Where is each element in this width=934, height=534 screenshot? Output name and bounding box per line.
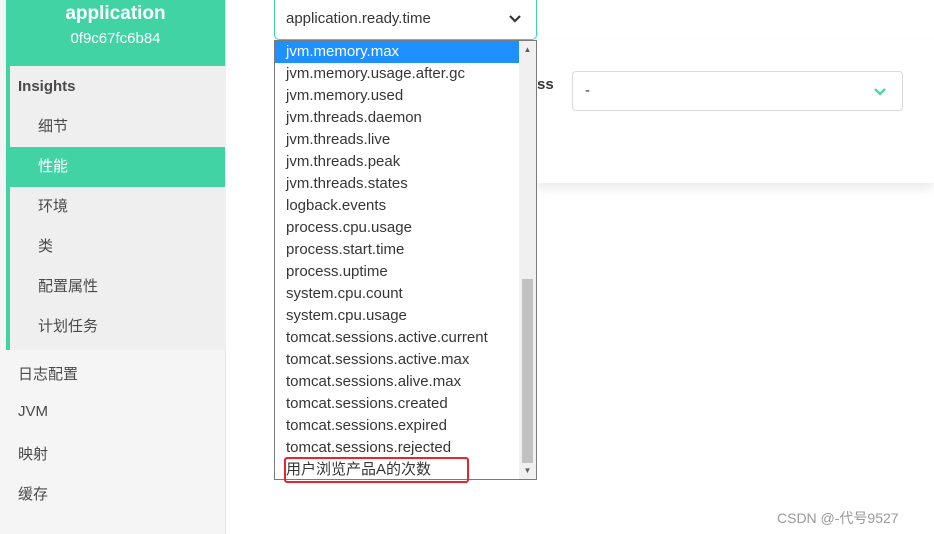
sidebar-item-jvm[interactable]: JVM [18, 403, 48, 420]
chevron-down-icon [874, 88, 886, 96]
scroll-up-icon[interactable]: ▲ [519, 41, 536, 58]
sidebar-item-mappings[interactable]: 映射 [18, 443, 48, 464]
dropdown-option[interactable]: jvm.threads.states [275, 173, 519, 195]
sidebar-item-config-props[interactable]: 配置属性 [10, 267, 225, 307]
metric-card: ss - [537, 40, 934, 183]
sidebar-item-classes[interactable]: 类 [10, 227, 225, 267]
dropdown-option[interactable]: tomcat.sessions.created [275, 393, 519, 415]
sidebar-item-logging[interactable]: 日志配置 [18, 363, 78, 384]
dropdown-option[interactable]: tomcat.sessions.expired [275, 415, 519, 437]
app-id: 0f9c67fc6b84 [70, 30, 161, 47]
sidebar-item-caches[interactable]: 缓存 [18, 483, 48, 504]
tag-select[interactable]: - [572, 71, 903, 111]
sidebar-item-details[interactable]: 细节 [10, 107, 225, 147]
scroll-down-icon[interactable]: ▼ [519, 462, 536, 479]
metric-select-value: application.ready.time [286, 10, 431, 27]
dropdown-option[interactable]: jvm.threads.live [275, 129, 519, 151]
dropdown-option[interactable]: jvm.memory.used [275, 85, 519, 107]
dropdown-option[interactable]: tomcat.sessions.active.current [275, 327, 519, 349]
sidebar-item-environment[interactable]: 环境 [10, 187, 225, 227]
metric-dropdown-list[interactable]: jvm.memory.max jvm.memory.usage.after.gc j… [274, 40, 537, 480]
app-name: application [65, 3, 166, 24]
dropdown-option[interactable]: process.cpu.usage [275, 217, 519, 239]
dropdown-option[interactable]: jvm.memory.max [275, 41, 519, 63]
dropdown-option[interactable]: jvm.threads.peak [275, 151, 519, 173]
dropdown-option[interactable]: jvm.threads.daemon [275, 107, 519, 129]
dropdown-option[interactable]: system.cpu.count [275, 283, 519, 305]
insights-title[interactable]: Insights [18, 78, 76, 95]
app-header[interactable]: application 0f9c67fc6b84 [6, 0, 225, 66]
tag-select-value: - [585, 82, 590, 99]
dropdown-option[interactable]: tomcat.sessions.alive.max [275, 371, 519, 393]
dropdown-option[interactable]: logback.events [275, 195, 519, 217]
metric-select[interactable]: application.ready.time [274, 0, 537, 40]
sidebar: application 0f9c67fc6b84 Insights 细节 性能 … [0, 0, 226, 534]
dropdown-option[interactable]: tomcat.sessions.rejected [275, 437, 519, 459]
chevron-down-icon [509, 15, 521, 23]
dropdown-option[interactable]: system.cpu.usage [275, 305, 519, 327]
dropdown-option[interactable]: process.start.time [275, 239, 519, 261]
tag-label: ss [537, 76, 554, 93]
scroll-thumb[interactable] [522, 279, 533, 463]
dropdown-option[interactable]: jvm.memory.usage.after.gc [275, 63, 519, 85]
watermark: CSDN @-代号9527 [777, 510, 899, 526]
scrollbar[interactable]: ▲ ▼ [519, 41, 536, 479]
sidebar-item-performance[interactable]: 性能 [10, 147, 225, 187]
dropdown-option[interactable]: tomcat.sessions.active.max [275, 349, 519, 371]
insights-group: Insights 细节 性能 环境 类 配置属性 计划任务 [6, 66, 226, 350]
dropdown-option[interactable]: process.uptime [275, 261, 519, 283]
sidebar-item-scheduled-tasks[interactable]: 计划任务 [10, 307, 225, 347]
annotation-box [284, 457, 469, 483]
